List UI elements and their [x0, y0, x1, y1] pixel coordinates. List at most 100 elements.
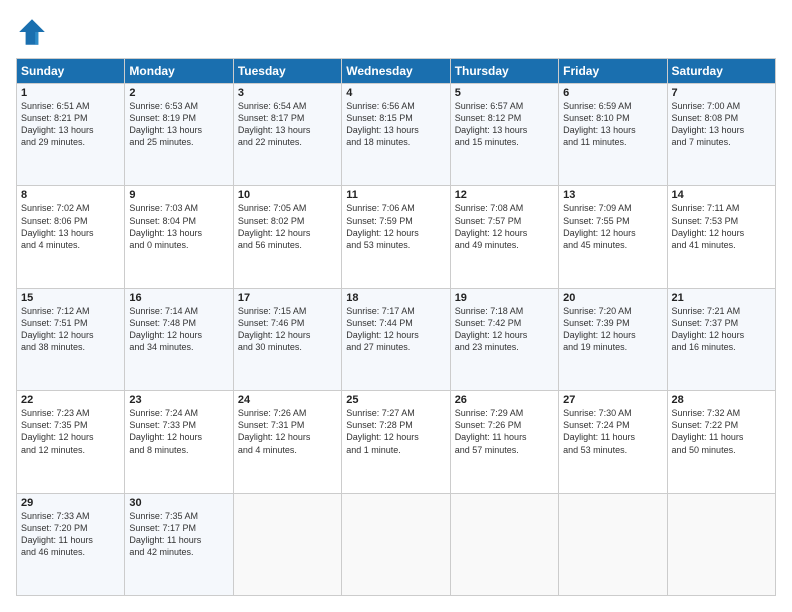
empty-cell	[342, 493, 450, 595]
weekday-header-tuesday: Tuesday	[233, 59, 341, 84]
day-cell-28: 28Sunrise: 7:32 AM Sunset: 7:22 PM Dayli…	[667, 391, 775, 493]
calendar: SundayMondayTuesdayWednesdayThursdayFrid…	[16, 58, 776, 596]
day-info: Sunrise: 7:21 AM Sunset: 7:37 PM Dayligh…	[672, 305, 771, 354]
day-info: Sunrise: 7:26 AM Sunset: 7:31 PM Dayligh…	[238, 407, 337, 456]
day-info: Sunrise: 7:18 AM Sunset: 7:42 PM Dayligh…	[455, 305, 554, 354]
day-number: 11	[346, 189, 445, 201]
day-info: Sunrise: 7:20 AM Sunset: 7:39 PM Dayligh…	[563, 305, 662, 354]
day-cell-6: 6Sunrise: 6:59 AM Sunset: 8:10 PM Daylig…	[559, 84, 667, 186]
day-number: 9	[129, 189, 228, 201]
day-number: 15	[21, 292, 120, 304]
day-info: Sunrise: 7:32 AM Sunset: 7:22 PM Dayligh…	[672, 407, 771, 456]
day-cell-2: 2Sunrise: 6:53 AM Sunset: 8:19 PM Daylig…	[125, 84, 233, 186]
day-info: Sunrise: 6:53 AM Sunset: 8:19 PM Dayligh…	[129, 100, 228, 149]
weekday-header-thursday: Thursday	[450, 59, 558, 84]
day-cell-17: 17Sunrise: 7:15 AM Sunset: 7:46 PM Dayli…	[233, 288, 341, 390]
day-number: 24	[238, 394, 337, 406]
day-info: Sunrise: 7:05 AM Sunset: 8:02 PM Dayligh…	[238, 202, 337, 251]
day-info: Sunrise: 6:51 AM Sunset: 8:21 PM Dayligh…	[21, 100, 120, 149]
day-info: Sunrise: 7:06 AM Sunset: 7:59 PM Dayligh…	[346, 202, 445, 251]
header	[16, 16, 776, 48]
day-cell-11: 11Sunrise: 7:06 AM Sunset: 7:59 PM Dayli…	[342, 186, 450, 288]
empty-cell	[667, 493, 775, 595]
day-cell-8: 8Sunrise: 7:02 AM Sunset: 8:06 PM Daylig…	[17, 186, 125, 288]
day-number: 6	[563, 87, 662, 99]
day-info: Sunrise: 7:00 AM Sunset: 8:08 PM Dayligh…	[672, 100, 771, 149]
day-cell-10: 10Sunrise: 7:05 AM Sunset: 8:02 PM Dayli…	[233, 186, 341, 288]
day-info: Sunrise: 6:57 AM Sunset: 8:12 PM Dayligh…	[455, 100, 554, 149]
day-info: Sunrise: 6:56 AM Sunset: 8:15 PM Dayligh…	[346, 100, 445, 149]
empty-cell	[559, 493, 667, 595]
day-cell-12: 12Sunrise: 7:08 AM Sunset: 7:57 PM Dayli…	[450, 186, 558, 288]
day-number: 12	[455, 189, 554, 201]
day-number: 7	[672, 87, 771, 99]
day-number: 13	[563, 189, 662, 201]
day-number: 5	[455, 87, 554, 99]
day-cell-4: 4Sunrise: 6:56 AM Sunset: 8:15 PM Daylig…	[342, 84, 450, 186]
week-row-1: 1Sunrise: 6:51 AM Sunset: 8:21 PM Daylig…	[17, 84, 776, 186]
day-number: 8	[21, 189, 120, 201]
day-number: 18	[346, 292, 445, 304]
week-row-4: 22Sunrise: 7:23 AM Sunset: 7:35 PM Dayli…	[17, 391, 776, 493]
day-number: 2	[129, 87, 228, 99]
day-cell-30: 30Sunrise: 7:35 AM Sunset: 7:17 PM Dayli…	[125, 493, 233, 595]
week-row-5: 29Sunrise: 7:33 AM Sunset: 7:20 PM Dayli…	[17, 493, 776, 595]
day-number: 22	[21, 394, 120, 406]
day-cell-26: 26Sunrise: 7:29 AM Sunset: 7:26 PM Dayli…	[450, 391, 558, 493]
day-cell-24: 24Sunrise: 7:26 AM Sunset: 7:31 PM Dayli…	[233, 391, 341, 493]
day-number: 17	[238, 292, 337, 304]
day-cell-29: 29Sunrise: 7:33 AM Sunset: 7:20 PM Dayli…	[17, 493, 125, 595]
day-info: Sunrise: 7:29 AM Sunset: 7:26 PM Dayligh…	[455, 407, 554, 456]
day-number: 27	[563, 394, 662, 406]
day-number: 21	[672, 292, 771, 304]
day-number: 23	[129, 394, 228, 406]
day-info: Sunrise: 6:54 AM Sunset: 8:17 PM Dayligh…	[238, 100, 337, 149]
weekday-header-sunday: Sunday	[17, 59, 125, 84]
day-info: Sunrise: 7:33 AM Sunset: 7:20 PM Dayligh…	[21, 510, 120, 559]
day-info: Sunrise: 7:23 AM Sunset: 7:35 PM Dayligh…	[21, 407, 120, 456]
day-cell-22: 22Sunrise: 7:23 AM Sunset: 7:35 PM Dayli…	[17, 391, 125, 493]
day-info: Sunrise: 7:27 AM Sunset: 7:28 PM Dayligh…	[346, 407, 445, 456]
logo-icon	[16, 16, 48, 48]
day-cell-7: 7Sunrise: 7:00 AM Sunset: 8:08 PM Daylig…	[667, 84, 775, 186]
day-info: Sunrise: 7:08 AM Sunset: 7:57 PM Dayligh…	[455, 202, 554, 251]
logo	[16, 16, 52, 48]
day-number: 1	[21, 87, 120, 99]
day-cell-27: 27Sunrise: 7:30 AM Sunset: 7:24 PM Dayli…	[559, 391, 667, 493]
day-cell-14: 14Sunrise: 7:11 AM Sunset: 7:53 PM Dayli…	[667, 186, 775, 288]
day-number: 10	[238, 189, 337, 201]
day-number: 4	[346, 87, 445, 99]
day-info: Sunrise: 7:09 AM Sunset: 7:55 PM Dayligh…	[563, 202, 662, 251]
day-cell-5: 5Sunrise: 6:57 AM Sunset: 8:12 PM Daylig…	[450, 84, 558, 186]
day-cell-1: 1Sunrise: 6:51 AM Sunset: 8:21 PM Daylig…	[17, 84, 125, 186]
day-number: 16	[129, 292, 228, 304]
weekday-header-monday: Monday	[125, 59, 233, 84]
day-info: Sunrise: 7:03 AM Sunset: 8:04 PM Dayligh…	[129, 202, 228, 251]
day-number: 20	[563, 292, 662, 304]
empty-cell	[233, 493, 341, 595]
day-info: Sunrise: 7:17 AM Sunset: 7:44 PM Dayligh…	[346, 305, 445, 354]
day-cell-9: 9Sunrise: 7:03 AM Sunset: 8:04 PM Daylig…	[125, 186, 233, 288]
weekday-header-wednesday: Wednesday	[342, 59, 450, 84]
day-number: 26	[455, 394, 554, 406]
day-cell-18: 18Sunrise: 7:17 AM Sunset: 7:44 PM Dayli…	[342, 288, 450, 390]
day-cell-13: 13Sunrise: 7:09 AM Sunset: 7:55 PM Dayli…	[559, 186, 667, 288]
day-info: Sunrise: 7:12 AM Sunset: 7:51 PM Dayligh…	[21, 305, 120, 354]
day-number: 3	[238, 87, 337, 99]
day-cell-19: 19Sunrise: 7:18 AM Sunset: 7:42 PM Dayli…	[450, 288, 558, 390]
day-info: Sunrise: 7:11 AM Sunset: 7:53 PM Dayligh…	[672, 202, 771, 251]
day-info: Sunrise: 7:35 AM Sunset: 7:17 PM Dayligh…	[129, 510, 228, 559]
day-info: Sunrise: 7:02 AM Sunset: 8:06 PM Dayligh…	[21, 202, 120, 251]
day-number: 29	[21, 497, 120, 509]
day-info: Sunrise: 6:59 AM Sunset: 8:10 PM Dayligh…	[563, 100, 662, 149]
page: SundayMondayTuesdayWednesdayThursdayFrid…	[0, 0, 792, 612]
weekday-header-row: SundayMondayTuesdayWednesdayThursdayFrid…	[17, 59, 776, 84]
day-cell-3: 3Sunrise: 6:54 AM Sunset: 8:17 PM Daylig…	[233, 84, 341, 186]
day-cell-16: 16Sunrise: 7:14 AM Sunset: 7:48 PM Dayli…	[125, 288, 233, 390]
day-info: Sunrise: 7:15 AM Sunset: 7:46 PM Dayligh…	[238, 305, 337, 354]
day-cell-15: 15Sunrise: 7:12 AM Sunset: 7:51 PM Dayli…	[17, 288, 125, 390]
day-cell-21: 21Sunrise: 7:21 AM Sunset: 7:37 PM Dayli…	[667, 288, 775, 390]
week-row-3: 15Sunrise: 7:12 AM Sunset: 7:51 PM Dayli…	[17, 288, 776, 390]
day-number: 14	[672, 189, 771, 201]
day-cell-20: 20Sunrise: 7:20 AM Sunset: 7:39 PM Dayli…	[559, 288, 667, 390]
